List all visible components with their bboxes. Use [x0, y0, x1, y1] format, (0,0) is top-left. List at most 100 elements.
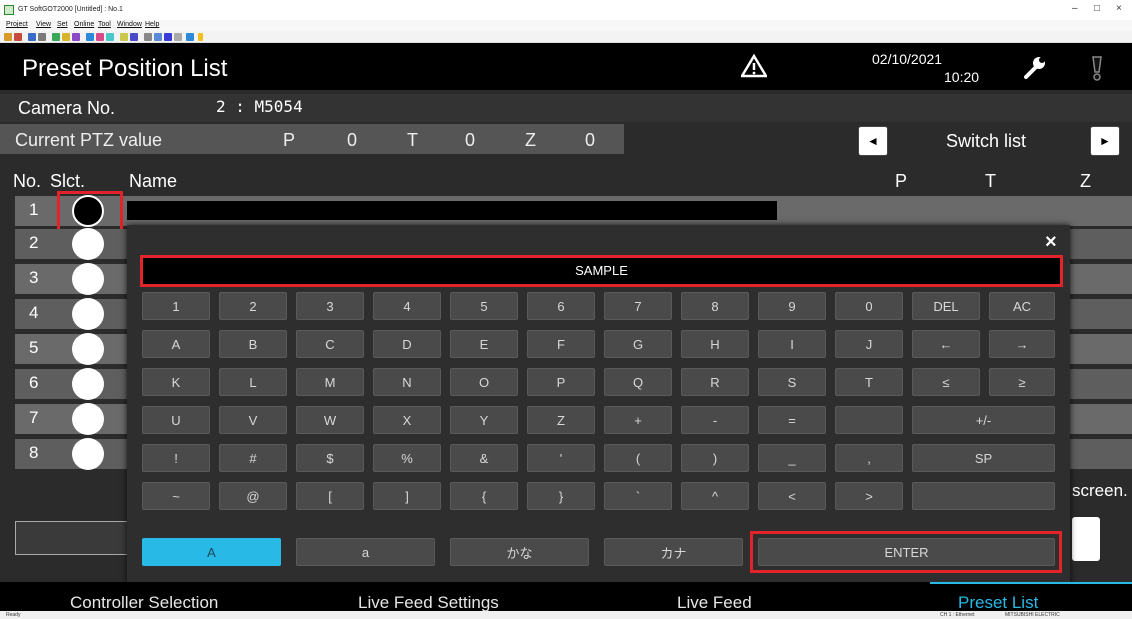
key-close-brace[interactable]: } [527, 482, 595, 510]
bottom-left-field[interactable] [15, 521, 135, 555]
save-icon[interactable] [28, 33, 36, 41]
key-h[interactable]: H [681, 330, 749, 358]
monitor-icon[interactable] [86, 33, 94, 41]
minimize-button[interactable]: – [1072, 3, 1078, 14]
key-k[interactable]: K [142, 368, 210, 396]
read-icon[interactable] [62, 33, 70, 41]
warning-triangle-icon[interactable] [741, 54, 767, 78]
key-4[interactable]: 4 [373, 292, 441, 320]
key-t[interactable]: T [835, 368, 903, 396]
key-open-brace[interactable]: { [450, 482, 518, 510]
simulator-icon[interactable] [96, 33, 104, 41]
key-equals[interactable]: = [758, 406, 826, 434]
key-close-paren[interactable]: ) [681, 444, 749, 472]
key-u[interactable]: U [142, 406, 210, 434]
key-p[interactable]: P [527, 368, 595, 396]
key-a-upper[interactable]: A [142, 330, 210, 358]
keyboard-close-button[interactable]: × [1045, 231, 1057, 254]
select-radio[interactable] [72, 403, 104, 435]
record-icon[interactable] [174, 33, 182, 41]
nav-live-feed[interactable]: Live Feed [677, 593, 752, 611]
key-7[interactable]: 7 [604, 292, 672, 320]
key-f[interactable]: F [527, 330, 595, 358]
menu-tool[interactable]: Tool [98, 21, 111, 28]
mode-hiragana-button[interactable]: かな [450, 538, 589, 566]
key-n[interactable]: N [373, 368, 441, 396]
key-left-arrow[interactable]: ← [912, 330, 980, 358]
key-3[interactable]: 3 [296, 292, 364, 320]
key-8[interactable]: 8 [681, 292, 749, 320]
menu-set[interactable]: Set [57, 21, 68, 28]
nav-live-feed-settings[interactable]: Live Feed Settings [358, 593, 499, 611]
key-comma[interactable]: , [835, 444, 903, 472]
nav-controller-selection[interactable]: Controller Selection [70, 593, 218, 611]
key-greater-equal[interactable]: ≥ [989, 368, 1055, 396]
open-icon[interactable] [14, 33, 22, 41]
new-icon[interactable] [4, 33, 12, 41]
keyboard-icon[interactable] [164, 33, 172, 41]
key-caret[interactable]: ^ [681, 482, 749, 510]
key-wide-blank[interactable] [912, 482, 1055, 510]
key-m[interactable]: M [296, 368, 364, 396]
select-radio[interactable] [72, 298, 104, 330]
key-space[interactable]: SP [912, 444, 1055, 472]
key-plus[interactable]: + [604, 406, 672, 434]
key-minus[interactable]: - [681, 406, 749, 434]
menu-window[interactable]: Window [117, 21, 142, 28]
key-del[interactable]: DEL [912, 292, 980, 320]
mode-lower-alpha-button[interactable]: a [296, 538, 435, 566]
help-icon[interactable] [186, 33, 194, 41]
key-less-equal[interactable]: ≤ [912, 368, 980, 396]
select-radio[interactable] [72, 263, 104, 295]
key-6[interactable]: 6 [527, 292, 595, 320]
key-z[interactable]: Z [527, 406, 595, 434]
key-v[interactable]: V [219, 406, 287, 434]
key-apostrophe[interactable]: ' [527, 444, 595, 472]
key-b[interactable]: B [219, 330, 287, 358]
key-c[interactable]: C [296, 330, 364, 358]
switch-list-prev-button[interactable]: ◄ [858, 126, 888, 156]
key-blank[interactable] [835, 406, 903, 434]
key-open-bracket[interactable]: [ [296, 482, 364, 510]
key-underscore[interactable]: _ [758, 444, 826, 472]
write-icon[interactable] [72, 33, 80, 41]
mode-upper-alpha-button[interactable]: A [142, 538, 281, 566]
mode-katakana-button[interactable]: カナ [604, 538, 743, 566]
key-i[interactable]: I [758, 330, 826, 358]
key-y[interactable]: Y [450, 406, 518, 434]
key-dollar[interactable]: $ [296, 444, 364, 472]
key-backtick[interactable]: ` [604, 482, 672, 510]
maximize-button[interactable]: □ [1094, 3, 1100, 14]
print-icon[interactable] [38, 33, 46, 41]
key-percent[interactable]: % [373, 444, 441, 472]
key-tilde[interactable]: ~ [142, 482, 210, 510]
screen-icon[interactable] [130, 33, 138, 41]
switch-list-next-button[interactable]: ► [1090, 126, 1120, 156]
key-ac[interactable]: AC [989, 292, 1055, 320]
settings-icon[interactable] [154, 33, 162, 41]
menu-project[interactable]: Project [6, 21, 28, 28]
select-radio[interactable] [72, 333, 104, 365]
key-open-paren[interactable]: ( [604, 444, 672, 472]
key-g[interactable]: G [604, 330, 672, 358]
key-o[interactable]: O [450, 368, 518, 396]
select-radio[interactable] [72, 438, 104, 470]
menu-online[interactable]: Online [74, 21, 94, 28]
key-r[interactable]: R [681, 368, 749, 396]
menu-view[interactable]: View [36, 21, 51, 28]
key-1[interactable]: 1 [142, 292, 210, 320]
name-field[interactable] [127, 201, 777, 220]
wrench-icon[interactable] [1022, 55, 1048, 79]
key-j[interactable]: J [835, 330, 903, 358]
key-s[interactable]: S [758, 368, 826, 396]
select-radio[interactable] [72, 368, 104, 400]
close-window-button[interactable]: × [1116, 3, 1122, 14]
key-greater-than[interactable]: > [835, 482, 903, 510]
key-q[interactable]: Q [604, 368, 672, 396]
key-ampersand[interactable]: & [450, 444, 518, 472]
key-9[interactable]: 9 [758, 292, 826, 320]
key-l[interactable]: L [219, 368, 287, 396]
key-hash[interactable]: # [219, 444, 287, 472]
table-row[interactable]: 1 [15, 195, 1132, 227]
script-icon[interactable] [120, 33, 128, 41]
